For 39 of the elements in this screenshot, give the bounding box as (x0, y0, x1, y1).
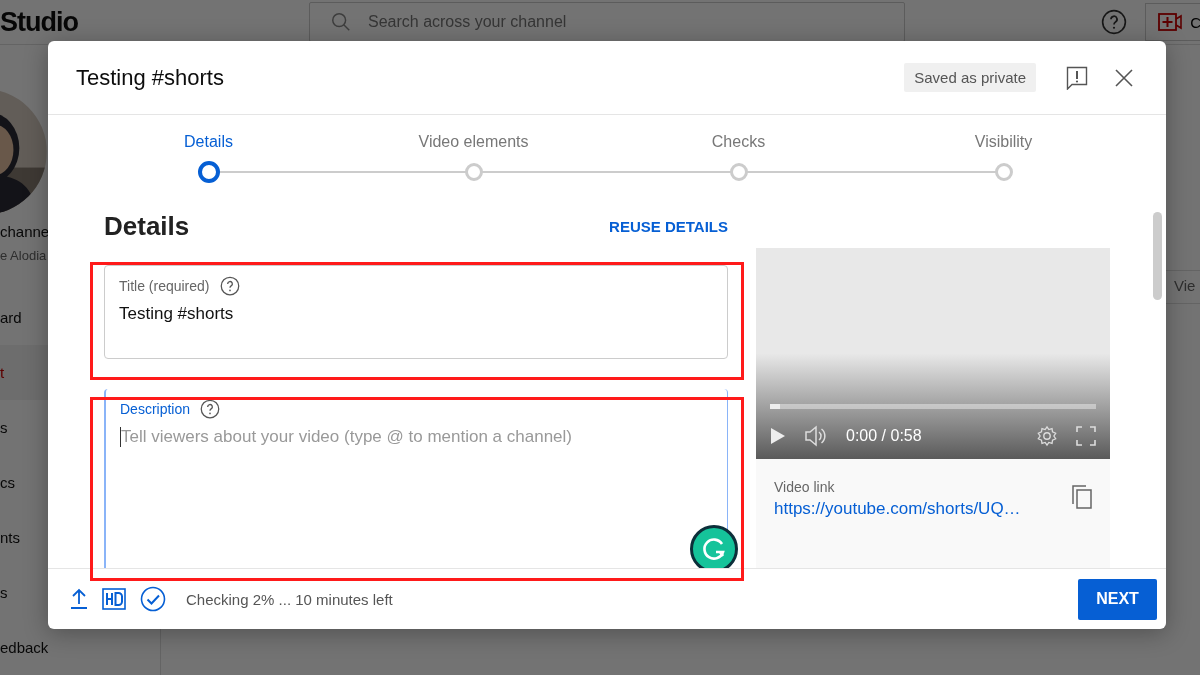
help-icon[interactable] (200, 399, 221, 419)
fullscreen-icon[interactable] (1076, 426, 1096, 446)
scrollbar[interactable] (1153, 212, 1162, 300)
field-value: Testing #shorts (119, 304, 235, 324)
field-placeholder: Tell viewers about your video (type @ to mention a channel) (120, 427, 572, 447)
upload-status: Checking 2% ... 10 minutes left (186, 590, 393, 608)
field-label: Title (required) (119, 278, 210, 294)
help-icon[interactable] (219, 276, 240, 296)
hd-icon (102, 588, 126, 610)
feedback-icon[interactable] (1066, 65, 1088, 90)
volume-icon[interactable] (804, 425, 828, 447)
upload-icon (70, 588, 88, 610)
video-time: 0:00 / 0:58 (846, 427, 922, 445)
search-icon (330, 11, 352, 33)
title-field[interactable]: Title (required) Testing #shorts (104, 265, 728, 359)
step-tab[interactable]: Checks (711, 133, 766, 151)
video-player[interactable]: 0:00 / 0:58 (756, 248, 1110, 459)
section-title: Details (104, 211, 190, 242)
close-icon[interactable] (1114, 67, 1134, 88)
play-icon[interactable] (770, 427, 786, 445)
channel-handle: e Alodia (0, 247, 48, 263)
field-label: Description (120, 401, 191, 417)
create-button[interactable]: C (1145, 3, 1200, 41)
step-tab[interactable]: Visibility (974, 133, 1033, 151)
help-icon[interactable] (1101, 9, 1128, 35)
next-button[interactable]: NEXT (1078, 578, 1157, 620)
video-plus-icon (1158, 13, 1183, 31)
step-tab[interactable]: Video elements (418, 133, 529, 151)
check-circle-icon (140, 586, 166, 612)
save-status: Saved as private (904, 63, 1036, 92)
settings-icon[interactable] (1036, 425, 1058, 447)
copy-icon[interactable] (1072, 485, 1092, 509)
video-link-label: Video link (774, 479, 836, 495)
dialog-title: Testing #shorts (76, 64, 224, 91)
logo-text[interactable]: Studio (0, 6, 309, 38)
video-link[interactable]: https://youtube.com/shorts/UQ… (774, 499, 1021, 519)
grammar-assistant-icon[interactable] (690, 525, 738, 568)
reuse-details-button[interactable]: REUSE DETAILS (609, 218, 728, 235)
step-tab[interactable]: Details (184, 133, 233, 151)
